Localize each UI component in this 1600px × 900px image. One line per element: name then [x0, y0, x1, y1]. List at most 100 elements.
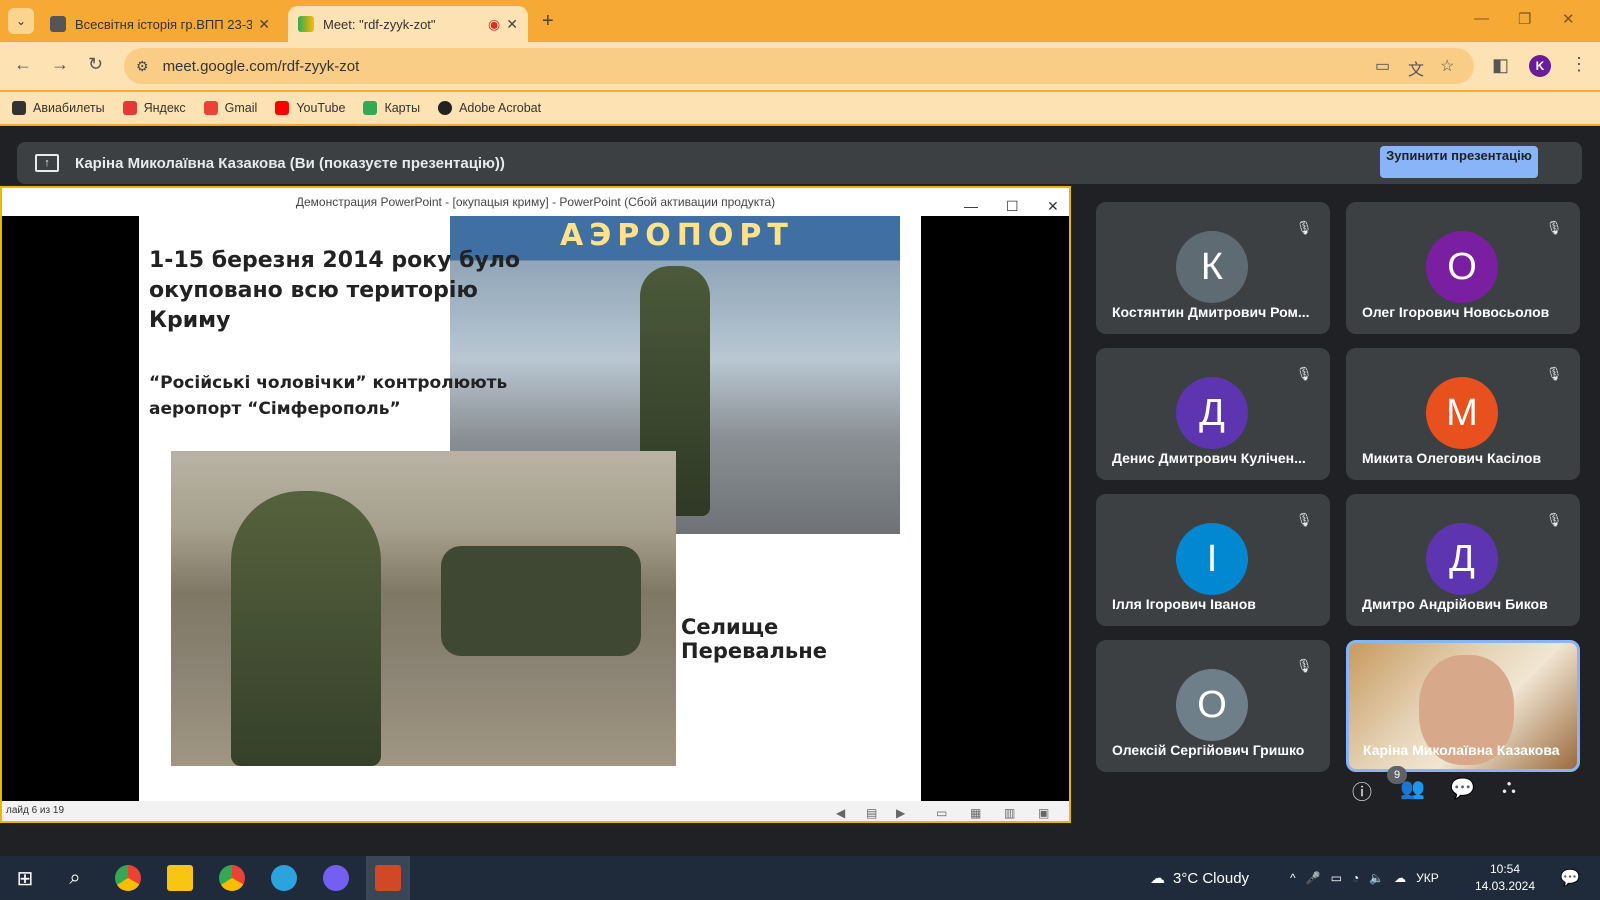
mic-icon[interactable]: 🎤: [1306, 871, 1321, 885]
slide-heading: 1-15 березня 2014 року було окуповано вс…: [149, 248, 521, 333]
mic-muted-icon: 🎙: [1292, 508, 1316, 532]
cloud-off-icon[interactable]: ☁: [1394, 871, 1406, 885]
bookmark-youtube[interactable]: YouTube: [275, 101, 345, 115]
bookmark-yandex[interactable]: Яндекс: [122, 101, 186, 115]
participant-tile[interactable]: К Костянтин Дмитрович Ром... 🎙: [1096, 202, 1330, 334]
notifications-icon[interactable]: 💬: [1548, 856, 1592, 900]
chat-icon[interactable]: 💬: [1450, 776, 1475, 801]
avatar: К: [1176, 231, 1248, 303]
normal-view-icon[interactable]: ▭: [936, 803, 947, 823]
chrome-icon[interactable]: [106, 856, 150, 900]
bookmark-adobe-acrobat[interactable]: Adobe Acrobat: [438, 101, 541, 115]
prev-slide-icon[interactable]: ◀: [836, 803, 845, 823]
chrome-icon[interactable]: [210, 856, 254, 900]
weather-widget[interactable]: ☁ 3°C Cloudy: [1150, 856, 1249, 900]
bookmark-maps[interactable]: Карты: [363, 101, 420, 115]
tab-title: Meet: "rdf-zyyk-zot": [323, 16, 436, 32]
slide-menu-icon[interactable]: ▤: [866, 803, 877, 823]
bookmark-aviatickets[interactable]: Авиабилеты: [12, 101, 105, 115]
menu-icon[interactable]: ⋮: [1570, 54, 1588, 75]
avatar: І: [1176, 523, 1248, 595]
participant-name: Ілля Ігорович Іванов: [1112, 596, 1256, 612]
address-bar[interactable]: ⚙ meet.google.com/rdf-zyyk-zot ▭ 文 ☆: [124, 48, 1474, 84]
presenting-text: Каріна Миколаївна Казакова (Ви (показуєт…: [75, 154, 505, 172]
info-icon[interactable]: ⓘ: [1352, 776, 1372, 805]
stop-presenting-button[interactable]: Зупинити презентацію: [1380, 146, 1538, 178]
classroom-icon: [50, 16, 66, 32]
search-icon[interactable]: ⌕: [53, 856, 97, 900]
reading-view-icon[interactable]: ▥: [1004, 803, 1015, 823]
participant-tile[interactable]: І Ілля Ігорович Іванов 🎙: [1096, 494, 1330, 626]
side-panel-icon[interactable]: ◧: [1492, 55, 1509, 76]
tab-history-class[interactable]: Всесвітня історія гр.ВПП 23-3 ( ✕: [40, 6, 280, 42]
forward-icon[interactable]: →: [51, 54, 69, 75]
system-tray: ^ 🎤 ▭ ◔ 🔈 ☁ УКР: [1290, 856, 1439, 900]
powerpoint-icon[interactable]: [366, 856, 410, 900]
reload-icon[interactable]: ↻: [88, 54, 103, 75]
close-tab-icon[interactable]: ✕: [506, 16, 518, 33]
participant-tile[interactable]: М Микита Олегович Касілов 🎙: [1346, 348, 1580, 480]
back-icon[interactable]: ←: [14, 54, 32, 75]
restore-icon[interactable]: ❐: [1518, 10, 1531, 28]
participant-name: Олег Ігорович Новосьолов: [1362, 304, 1550, 320]
avatar: Д: [1176, 377, 1248, 449]
slide-subheading: “Російські чоловічки” контролюють аеропо…: [149, 373, 508, 419]
mic-muted-icon: 🎙: [1542, 508, 1566, 532]
self-video-tile[interactable]: Каріна Миколаївна Казакова: [1346, 640, 1580, 772]
activities-icon[interactable]: ⛬: [1502, 776, 1516, 799]
windows-taskbar: ⊞ ⌕ ☁ 3°C Cloudy ^ 🎤 ▭ ◔ 🔈 ☁ УКР 10:54 14…: [0, 856, 1600, 900]
cloud-icon: ☁: [1150, 870, 1165, 887]
mic-muted-icon: 🎙: [1542, 216, 1566, 240]
participant-tile[interactable]: Д Денис Дмитрович Кулічен... 🎙: [1096, 348, 1330, 480]
tab-strip: ⌄ Всесвітня історія гр.ВПП 23-3 ( ✕ Meet…: [0, 0, 1600, 42]
new-tab-button[interactable]: +: [542, 10, 554, 33]
participant-name: Денис Дмитрович Кулічен...: [1112, 450, 1306, 466]
sorter-view-icon[interactable]: ▦: [970, 803, 981, 823]
tab-meet[interactable]: Meet: "rdf-zyyk-zot" ◉ ✕: [288, 6, 528, 42]
avatar: Д: [1426, 523, 1498, 595]
close-icon[interactable]: ✕: [1047, 192, 1059, 220]
volume-icon[interactable]: 🔈: [1369, 871, 1384, 885]
powerpoint-window: Демонстрация PowerPoint - [окупацыя крим…: [0, 186, 1071, 823]
site-info-icon[interactable]: ⚙: [136, 58, 149, 75]
bookmark-gmail[interactable]: Gmail: [203, 101, 257, 115]
mic-muted-icon: 🎙: [1542, 362, 1566, 386]
ppt-status-bar: лайд 6 из 19 ◀ ▤ ▶ ▭ ▦ ▥ ▣: [2, 801, 1069, 821]
close-tab-icon[interactable]: ✕: [258, 16, 270, 33]
slide-caption: Селище Перевальне: [681, 615, 827, 663]
start-icon[interactable]: ⊞: [3, 856, 47, 900]
file-explorer-icon[interactable]: [158, 856, 202, 900]
clock[interactable]: 10:54 14.03.2024: [1470, 861, 1540, 895]
viber-icon[interactable]: [314, 856, 358, 900]
telegram-icon[interactable]: [262, 856, 306, 900]
avatar: О: [1176, 669, 1248, 741]
next-slide-icon[interactable]: ▶: [896, 803, 905, 823]
mic-muted-icon: 🎙: [1292, 362, 1316, 386]
language-indicator[interactable]: УКР: [1416, 871, 1439, 885]
date: 14.03.2024: [1474, 879, 1536, 893]
slide-counter: лайд 6 из 19: [6, 805, 65, 816]
present-screen-icon: ↑: [35, 154, 59, 172]
chevron-up-icon[interactable]: ^: [1290, 871, 1296, 885]
close-window-icon[interactable]: ✕: [1562, 10, 1575, 28]
profile-avatar[interactable]: K: [1529, 55, 1551, 77]
minimize-icon[interactable]: —: [1474, 10, 1489, 27]
participant-tile[interactable]: О Олексій Сергійович Гришко 🎙: [1096, 640, 1330, 772]
address-row: ← → ↻ ⚙ meet.google.com/rdf-zyyk-zot ▭ 文…: [0, 42, 1600, 90]
participant-tile[interactable]: О Олег Ігорович Новосьолов 🎙: [1346, 202, 1580, 334]
tab-search-button[interactable]: ⌄: [8, 8, 34, 34]
translate-icon[interactable]: 文: [1408, 56, 1424, 80]
participant-tile[interactable]: Д Дмитро Андрійович Биков 🎙: [1346, 494, 1580, 626]
time: 10:54: [1489, 862, 1521, 876]
participant-name: Костянтин Дмитрович Ром...: [1112, 304, 1310, 320]
wifi-icon[interactable]: ◔: [1352, 871, 1359, 885]
tab-title: Всесвітня історія гр.ВПП 23-3 (: [75, 16, 253, 32]
minimize-icon[interactable]: —: [964, 192, 978, 220]
url-text: meet.google.com/rdf-zyyk-zot: [162, 57, 360, 75]
battery-icon[interactable]: ▭: [1331, 871, 1342, 885]
maximize-icon[interactable]: ☐: [1006, 192, 1019, 220]
camera-icon[interactable]: ▭: [1375, 56, 1390, 76]
troops-photo: [171, 451, 676, 766]
bookmark-star-icon[interactable]: ☆: [1440, 56, 1454, 76]
slideshow-icon[interactable]: ▣: [1038, 803, 1049, 823]
